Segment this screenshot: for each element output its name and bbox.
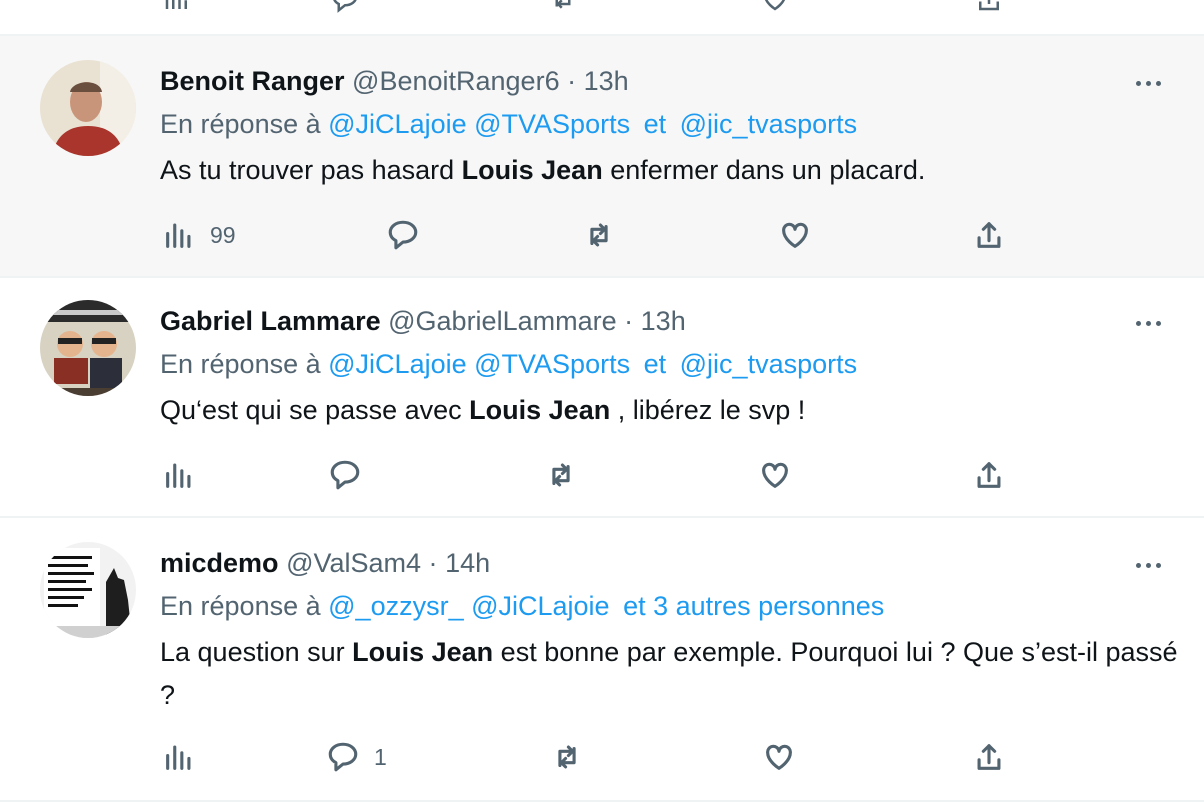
tweet-item[interactable]: micdemo @ValSam4 · 14h En réponse à @_oz… [0,518,1204,802]
more-dots-icon[interactable] [1136,315,1170,331]
tweet-item[interactable]: Benoit Ranger @BenoitRanger6 · 13h En ré… [0,34,1204,278]
retweet-button[interactable] [582,218,616,252]
heart-icon[interactable] [760,0,792,11]
mention-link[interactable]: @JiCLajoie [328,109,466,139]
like-button[interactable] [762,740,796,774]
share-button[interactable] [972,218,1006,252]
tweet-text: La question sur Louis Jean est bonne par… [160,637,1178,710]
author-name[interactable]: Benoit Ranger [160,66,345,96]
speech-bubble-icon [388,220,418,250]
share-upload-icon [977,222,1001,248]
speech-bubble-icon[interactable] [330,0,362,13]
mention-link[interactable]: @TVASports [474,349,630,379]
reply-to-label: En réponse à [160,109,321,139]
author-handle[interactable]: @ValSam4 [286,548,421,578]
tweet-time[interactable]: 13h [641,306,686,336]
separator-dot: · [624,306,634,336]
mention-link[interactable]: @_ozzysr_ [328,591,463,621]
more-dots-icon[interactable] [1136,557,1170,573]
views-count: 99 [210,221,236,248]
share-upload-icon [977,744,1001,770]
author-handle[interactable]: @BenoitRanger6 [352,66,560,96]
avatar[interactable] [40,300,136,396]
share-upload-icon[interactable] [974,0,1006,11]
like-button[interactable] [778,218,812,252]
heart-icon [782,222,808,248]
share-button[interactable] [972,458,1006,492]
mention-link[interactable]: @jic_tvasports [680,349,857,379]
retweet-arrows-icon [558,745,576,769]
reply-button[interactable] [328,458,362,492]
bar-chart-icon [166,223,191,248]
tweet-time[interactable]: 14h [445,548,490,578]
retweet-arrows-icon [552,463,570,487]
author-name[interactable]: micdemo [160,548,279,578]
retweet-button[interactable] [550,740,584,774]
reply-button[interactable] [386,218,420,252]
share-upload-icon [977,462,1001,488]
tweet-time[interactable]: 13h [584,66,629,96]
author-name[interactable]: Gabriel Lammare [160,306,381,336]
views-button[interactable]: 99 [162,218,236,252]
separator-dot: · [428,548,438,578]
avatar[interactable] [40,60,136,156]
mention-link[interactable]: @TVASports [474,109,630,139]
mention-link[interactable]: @jic_tvasports [680,109,857,139]
previous-tweet-action-bar [0,0,1204,34]
tweet-text: As tu trouver pas hasard Louis Jean enfe… [160,155,926,185]
retweet-arrows-icon [590,223,608,247]
reply-to-label: En réponse à [160,349,321,379]
speech-bubble-icon [328,742,358,772]
mention-conjunction[interactable]: et [644,349,667,379]
share-button[interactable] [972,740,1006,774]
heart-icon [766,744,792,770]
bar-chart-icon [166,745,191,770]
mention-link[interactable]: @JiCLajoie [328,349,466,379]
tweet-item[interactable]: Gabriel Lammare @GabrielLammare · 13h En… [0,276,1204,518]
reply-button[interactable]: 1 [326,740,387,774]
retweet-button[interactable] [544,458,578,492]
like-button[interactable] [758,458,792,492]
tweet-text: Qu‘est qui se passe avec Louis Jean , li… [160,395,806,425]
bar-chart-icon[interactable] [162,0,194,9]
retweet-arrows-icon[interactable] [548,0,580,9]
reply-to-label: En réponse à [160,591,321,621]
views-button[interactable] [162,458,210,492]
views-button[interactable] [162,740,210,774]
more-dots-icon[interactable] [1136,75,1170,91]
reply-count: 1 [374,743,387,770]
speech-bubble-icon [330,460,360,490]
author-handle[interactable]: @GabrielLammare [388,306,617,336]
avatar[interactable] [40,542,136,638]
heart-icon [762,462,788,488]
mention-conjunction[interactable]: et [644,109,667,139]
mention-link[interactable]: @JiCLajoie [471,591,609,621]
bar-chart-icon [166,463,191,488]
more-recipients-link[interactable]: et 3 autres personnes [623,591,884,621]
separator-dot: · [567,66,577,96]
